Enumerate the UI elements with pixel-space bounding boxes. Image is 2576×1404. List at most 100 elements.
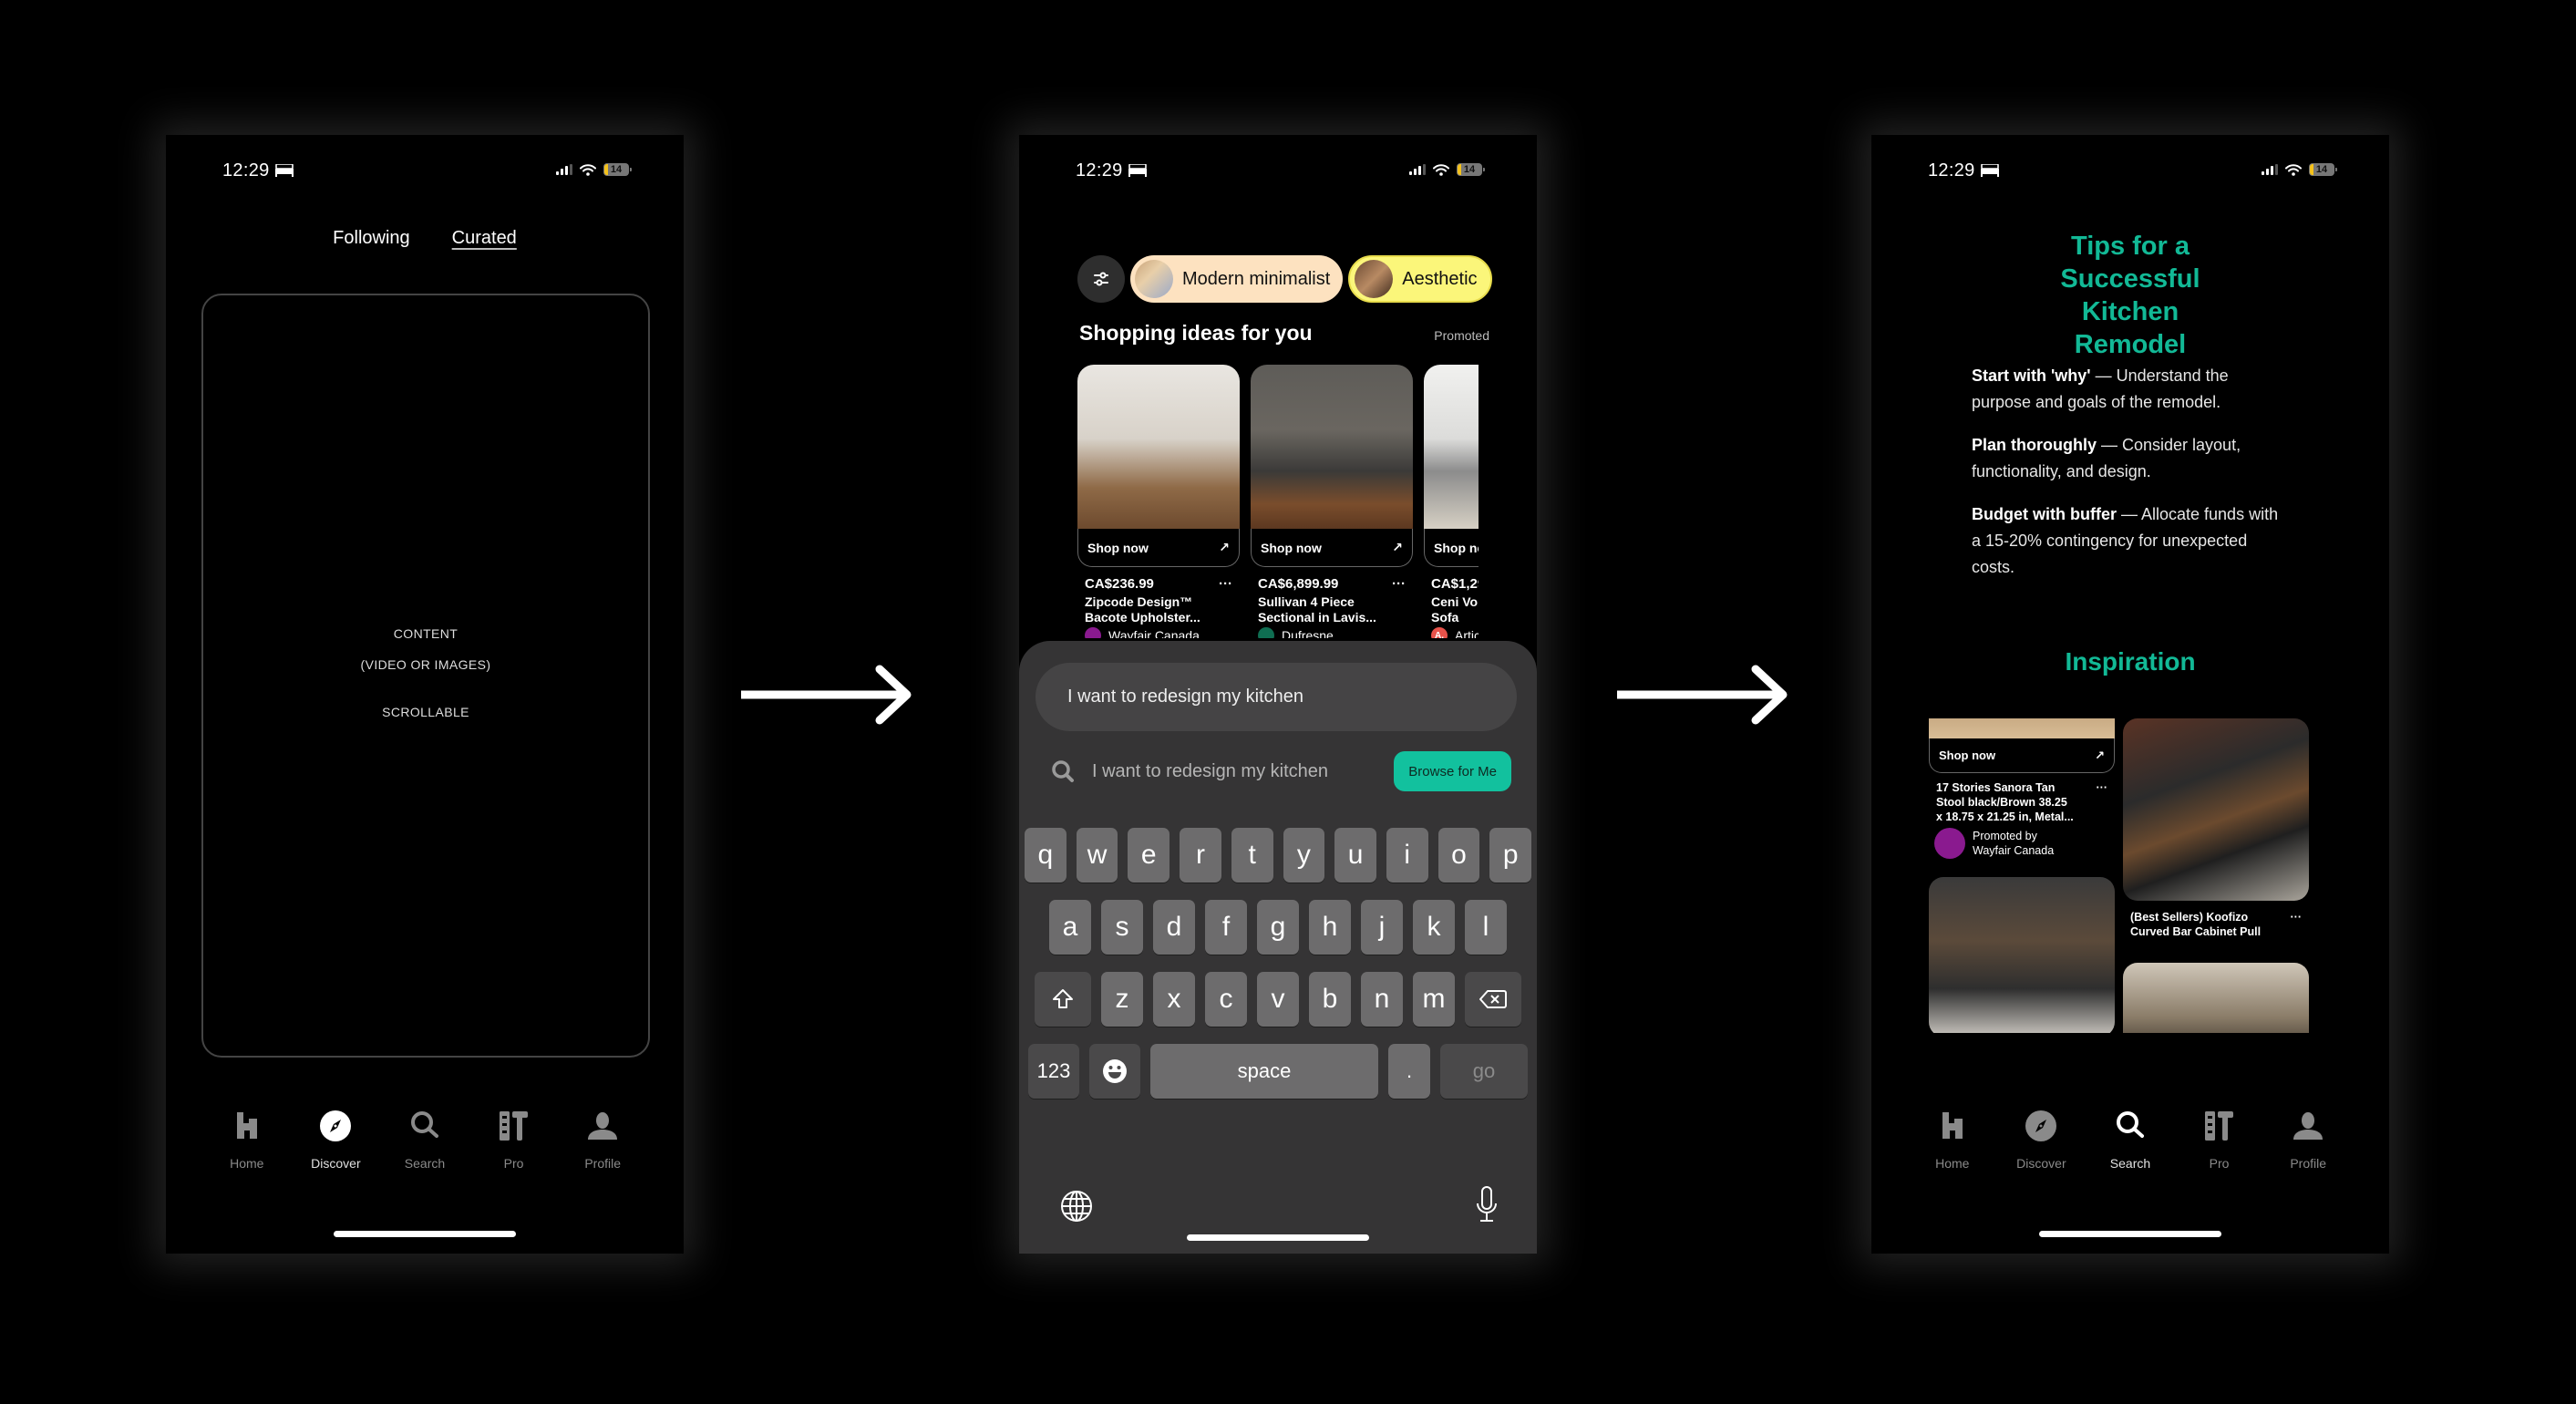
tabbar-profile[interactable]: Profile — [2272, 1109, 2344, 1191]
key-j[interactable]: j — [1361, 900, 1403, 955]
home-indicator[interactable] — [1187, 1234, 1369, 1241]
status-time: 12:29 — [1928, 160, 1975, 181]
shift-key[interactable] — [1035, 972, 1091, 1027]
numbers-key[interactable]: 123 — [1028, 1044, 1079, 1099]
shop-now-button[interactable]: Shop now↗ — [1251, 529, 1413, 567]
key-x[interactable]: x — [1153, 972, 1195, 1027]
key-u[interactable]: u — [1334, 828, 1376, 883]
product-carousel[interactable]: Shop now ↗ CA$236.99 ··· Zipcode Design™ B… — [1077, 365, 1479, 638]
key-m[interactable]: m — [1413, 972, 1455, 1027]
tabbar-search[interactable]: Search — [388, 1109, 461, 1191]
shop-now-button[interactable]: Shop now↗ — [1424, 529, 1479, 567]
period-key[interactable]: . — [1388, 1044, 1430, 1099]
pin-image[interactable] — [2123, 963, 2309, 1033]
pin-image[interactable] — [1929, 877, 2115, 1033]
pin-image[interactable] — [2123, 718, 2309, 901]
tabbar-home[interactable]: Home — [211, 1109, 283, 1191]
key-o[interactable]: o — [1437, 828, 1480, 883]
key-t[interactable]: t — [1231, 828, 1273, 883]
tabbar-label: Home — [230, 1156, 264, 1171]
tabbar-label: Home — [1935, 1156, 1970, 1171]
key-v[interactable]: v — [1257, 972, 1299, 1027]
product-image[interactable] — [1077, 365, 1240, 529]
microphone-icon[interactable] — [1475, 1185, 1499, 1223]
shop-now-button[interactable]: Shop now↗ — [1929, 738, 2115, 773]
keyboard-row: 123 space . go — [1025, 1044, 1531, 1099]
key-c[interactable]: c — [1205, 972, 1247, 1027]
inspiration-grid[interactable]: Shop now ↗ 17 Stories Sanora Tan Stool bl… — [1929, 718, 2312, 1033]
tabbar-profile[interactable]: Profile — [566, 1109, 639, 1191]
key-y[interactable]: y — [1283, 828, 1325, 883]
content-feed-placeholder[interactable]: CONTENT (VIDEO OR IMAGES) SCROLLABLE — [201, 294, 650, 1058]
key-w[interactable]: w — [1076, 828, 1118, 883]
tools-icon — [499, 1111, 528, 1141]
tabbar-search[interactable]: Search — [2094, 1109, 2167, 1191]
search-bottom-sheet: I want to redesign my kitchen I want to … — [1019, 641, 1537, 1254]
vendor-name[interactable]: Wayfair Canada — [1108, 628, 1200, 638]
key-g[interactable]: g — [1257, 900, 1299, 955]
key-a[interactable]: a — [1049, 900, 1091, 955]
status-time: 12:29 — [222, 160, 270, 181]
home-indicator[interactable] — [2039, 1231, 2221, 1237]
pin-image[interactable] — [1929, 718, 2115, 738]
key-e[interactable]: e — [1128, 828, 1170, 883]
key-h[interactable]: h — [1309, 900, 1351, 955]
globe-icon[interactable] — [1059, 1189, 1094, 1223]
search-bar: I want to redesign my kitchen Browse for… — [1050, 748, 1511, 794]
tabbar-home[interactable]: Home — [1916, 1109, 1989, 1191]
product-image[interactable] — [1251, 365, 1413, 529]
key-r[interactable]: r — [1180, 828, 1221, 883]
wifi-icon — [2285, 163, 2302, 176]
more-options-icon[interactable]: ··· — [1392, 576, 1406, 592]
browse-for-me-button[interactable]: Browse for Me — [1394, 751, 1511, 791]
key-s[interactable]: s — [1101, 900, 1143, 955]
search-input[interactable]: I want to redesign my kitchen — [1092, 761, 1394, 782]
bottom-tab-bar: Home Discover Search Pro Profile — [166, 1109, 684, 1191]
product-image[interactable] — [1424, 365, 1479, 529]
flow-arrow-icon — [741, 665, 912, 725]
vendor-avatar: A. — [1431, 627, 1448, 638]
tab-curated[interactable]: Curated — [452, 228, 517, 249]
vendor-name[interactable]: Wayfair Canada — [1973, 844, 2054, 857]
shop-now-label: Shop now — [1261, 540, 1322, 555]
go-key[interactable]: go — [1440, 1044, 1528, 1099]
tabbar-pro[interactable]: Pro — [2183, 1109, 2256, 1191]
keyboard-row: asdfghjkl — [1025, 900, 1531, 955]
tips-list: Start with 'why' — Understand the purpos… — [1972, 363, 2280, 597]
key-l[interactable]: l — [1465, 900, 1507, 955]
more-options-icon[interactable]: ··· — [2097, 780, 2108, 824]
tabbar-discover[interactable]: Discover — [299, 1109, 372, 1191]
tab-following[interactable]: Following — [333, 228, 409, 249]
backspace-key[interactable] — [1465, 972, 1521, 1027]
key-d[interactable]: d — [1153, 900, 1195, 955]
chip-modern-minimalist[interactable]: Modern minimalist — [1130, 255, 1344, 303]
key-p[interactable]: p — [1489, 828, 1532, 883]
key-k[interactable]: k — [1413, 900, 1455, 955]
shop-now-button[interactable]: Shop now↗ — [1077, 529, 1240, 567]
tabbar-discover[interactable]: Discover — [2004, 1109, 2077, 1191]
key-i[interactable]: i — [1386, 828, 1428, 883]
more-options-icon[interactable]: ··· — [2291, 910, 2303, 939]
product-card[interactable]: Shop now ↗ CA$236.99 ··· Zipcode Design™ B… — [1077, 365, 1240, 638]
product-card[interactable]: Shop now↗ CA$1,299.99 Ceni Volca Sofa A.… — [1424, 365, 1479, 638]
cellular-signal-icon — [556, 164, 572, 175]
sleep-focus-icon — [275, 164, 294, 177]
pin-card[interactable]: Shop now ↗ 17 Stories Sanora Tan Stool bl… — [1929, 718, 2115, 859]
key-n[interactable]: n — [1361, 972, 1403, 1027]
key-z[interactable]: z — [1101, 972, 1143, 1027]
tabbar-pro[interactable]: Pro — [478, 1109, 551, 1191]
prompt-suggestion[interactable]: I want to redesign my kitchen — [1036, 663, 1517, 731]
vendor-name[interactable]: Article — [1455, 628, 1479, 638]
product-card[interactable]: Shop now ↗ CA$6,899.99 ··· Sullivan 4 Piec… — [1251, 365, 1413, 638]
home-indicator[interactable] — [334, 1231, 516, 1237]
emoji-key[interactable] — [1089, 1044, 1140, 1099]
chip-aesthetic[interactable]: Aesthetic — [1348, 255, 1492, 303]
filter-button[interactable] — [1077, 255, 1125, 303]
space-key[interactable]: space — [1150, 1044, 1378, 1099]
placeholder-label-content: CONTENT — [393, 626, 459, 641]
key-f[interactable]: f — [1205, 900, 1247, 955]
more-options-icon[interactable]: ··· — [1219, 576, 1232, 592]
key-q[interactable]: q — [1024, 828, 1066, 883]
vendor-name[interactable]: Dufresne — [1282, 628, 1334, 638]
key-b[interactable]: b — [1309, 972, 1351, 1027]
